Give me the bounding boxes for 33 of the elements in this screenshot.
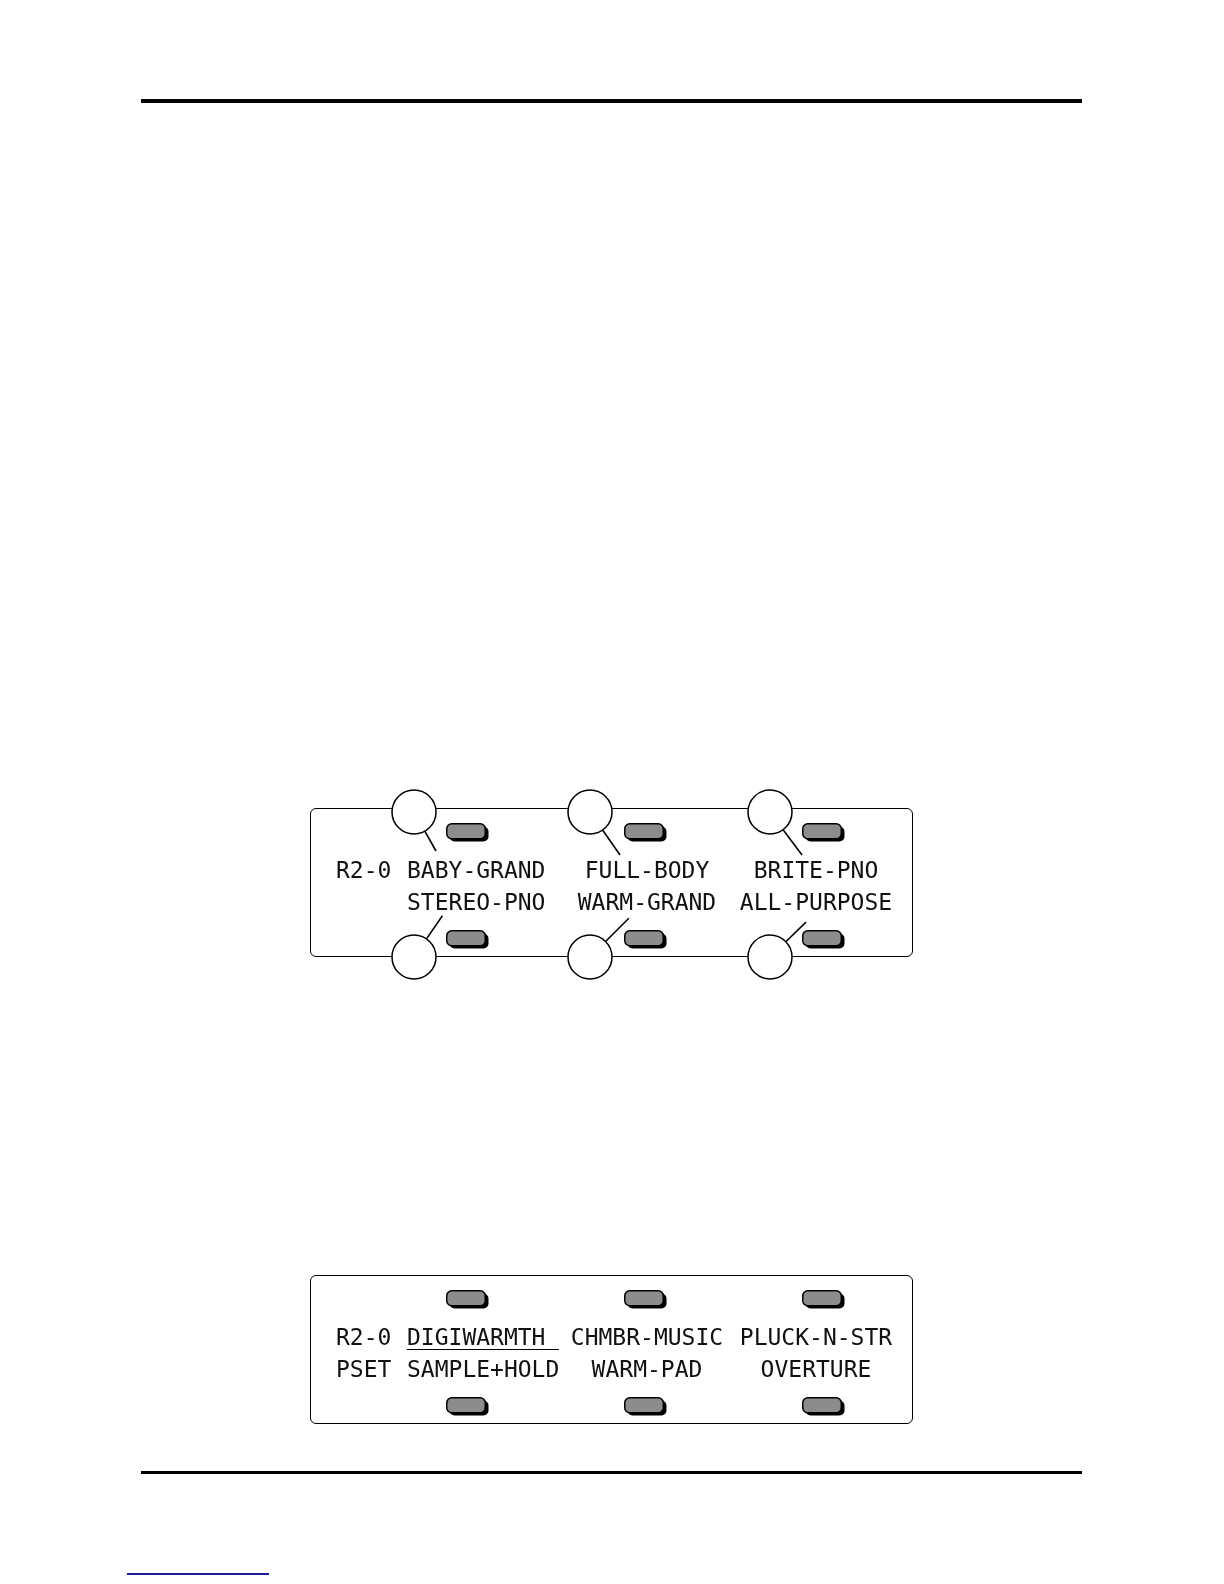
preset-name: DIGIWARMTH (407, 1320, 560, 1353)
preset-name: OVERTURE (760, 1354, 872, 1384)
key-icon (801, 1396, 845, 1416)
key-icon (445, 929, 489, 949)
key-icon (801, 822, 845, 842)
key-icon (623, 822, 667, 842)
preset-name: PLUCK-N-STR (739, 1322, 893, 1352)
key-icon (445, 822, 489, 842)
preset-name: WARM-GRAND (577, 887, 717, 917)
preset-name: SAMPLE+HOLD (407, 1354, 560, 1384)
preset-name: WARM-PAD (591, 1354, 703, 1384)
lcd-label: PSET (336, 1354, 392, 1384)
key-icon (623, 929, 667, 949)
lcd-label: R2-0 (336, 855, 392, 885)
preset-name: BRITE-PNO (753, 855, 879, 885)
preset-name: ALL-PURPOSE (739, 887, 893, 917)
leader-line (604, 916, 630, 942)
key-icon (801, 929, 845, 949)
leader-line (425, 914, 443, 940)
leader-line (601, 828, 621, 856)
key-icon (623, 1289, 667, 1309)
preset-name: STEREO-PNO (407, 887, 546, 917)
key-icon (445, 1396, 489, 1416)
key-icon (623, 1396, 667, 1416)
lcd-label: R2-0 (336, 1322, 392, 1352)
leader-line (781, 828, 803, 856)
preset-name: CHMBR-MUSIC (570, 1322, 724, 1352)
leader-line (423, 829, 437, 852)
key-icon (445, 1289, 489, 1309)
preset-name: FULL-BODY (584, 855, 710, 885)
leader-line (784, 920, 807, 942)
preset-name: BABY-GRAND (407, 855, 546, 885)
key-icon (801, 1289, 845, 1309)
